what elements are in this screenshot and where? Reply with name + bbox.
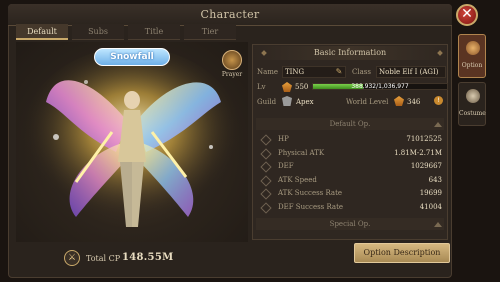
exp-bar: 388,932/1,036,977	[312, 83, 448, 90]
name-label: Name	[257, 68, 279, 76]
edit-name-icon[interactable]: ✎	[334, 67, 344, 77]
stat-row: Physical ATK 1.81M-2.71M	[256, 147, 444, 160]
stat-row: ATK Success Rate 19699	[256, 188, 444, 200]
stat-value: 19699	[419, 189, 442, 197]
stat-value: 1029667	[410, 162, 442, 170]
guild-emblem-icon	[282, 96, 292, 106]
stat-name: Physical ATK	[278, 148, 325, 157]
stat-value: 643	[428, 175, 442, 184]
window-title: Character	[200, 8, 260, 21]
snowfall-badge: Snowfall	[94, 48, 170, 66]
basic-info-header: Basic Information	[252, 46, 448, 60]
stat-row: ATK Speed 643	[256, 174, 444, 187]
default-op-header[interactable]: Default Op.	[256, 118, 444, 130]
stat-value: 71012525	[406, 135, 442, 143]
stat-icon	[260, 161, 272, 173]
name-value: TING	[285, 68, 305, 76]
side-tab-option[interactable]: Option	[458, 34, 486, 78]
collapse-arrow-icon[interactable]	[434, 122, 442, 127]
stat-icon	[260, 147, 272, 160]
tab-bar: Default Subs Title Tier	[16, 24, 236, 40]
stat-name: DEF Success Rate	[278, 202, 344, 211]
stat-value: 41004	[419, 202, 442, 211]
world-level-value: 346	[407, 98, 421, 106]
special-op-header[interactable]: Special Op.	[256, 218, 444, 230]
cp-label: Total CP	[86, 254, 121, 263]
stat-name: DEF	[278, 162, 294, 170]
title-bar: Character	[8, 4, 452, 26]
stat-icon	[260, 188, 272, 200]
class-label: Class	[352, 68, 371, 76]
lv-value: 550	[295, 83, 309, 91]
combat-power-icon: ⚔	[64, 250, 80, 266]
costume-icon	[466, 89, 480, 103]
stat-name: ATK Success Rate	[278, 189, 343, 197]
close-button[interactable]: ✕	[456, 4, 478, 26]
lv-label: Lv	[257, 83, 266, 91]
world-level-label: World Level	[346, 98, 389, 106]
side-tab-costume-label: Costume	[459, 110, 486, 117]
side-tab-costume[interactable]: Costume	[458, 82, 486, 126]
stat-row: DEF 1029667	[256, 161, 444, 173]
cp-value: 148.55M	[122, 252, 174, 263]
tab-subs[interactable]: Subs	[72, 24, 124, 40]
prayer-label: Prayer	[221, 71, 243, 78]
stat-name: HP	[278, 135, 289, 143]
tab-tier[interactable]: Tier	[184, 24, 236, 40]
character-art	[22, 47, 242, 227]
collapse-arrow-icon[interactable]	[434, 222, 442, 227]
side-tab-option-label: Option	[461, 62, 483, 69]
stat-row: DEF Success Rate 41004	[256, 201, 444, 214]
stat-name: ATK Speed	[278, 175, 317, 184]
tab-default[interactable]: Default	[16, 24, 68, 40]
option-description-button[interactable]: Option Description	[354, 243, 450, 263]
class-value: Noble Elf I (AGI)	[379, 68, 439, 76]
guild-value[interactable]: Apex	[296, 98, 314, 106]
option-icon	[466, 41, 480, 55]
stat-value: 1.81M-2.71M	[394, 148, 442, 157]
world-level-info-icon[interactable]: !	[434, 96, 443, 105]
stat-icon	[260, 201, 272, 214]
stat-icon	[260, 134, 272, 146]
character-model-view[interactable]	[16, 42, 248, 242]
stat-row: HP 71012525	[256, 134, 444, 146]
prayer-icon[interactable]	[222, 50, 242, 70]
guild-label: Guild	[257, 98, 277, 106]
exp-text: 388,932/1,036,977	[351, 83, 409, 90]
tab-title[interactable]: Title	[128, 24, 180, 40]
stat-icon	[260, 174, 272, 187]
